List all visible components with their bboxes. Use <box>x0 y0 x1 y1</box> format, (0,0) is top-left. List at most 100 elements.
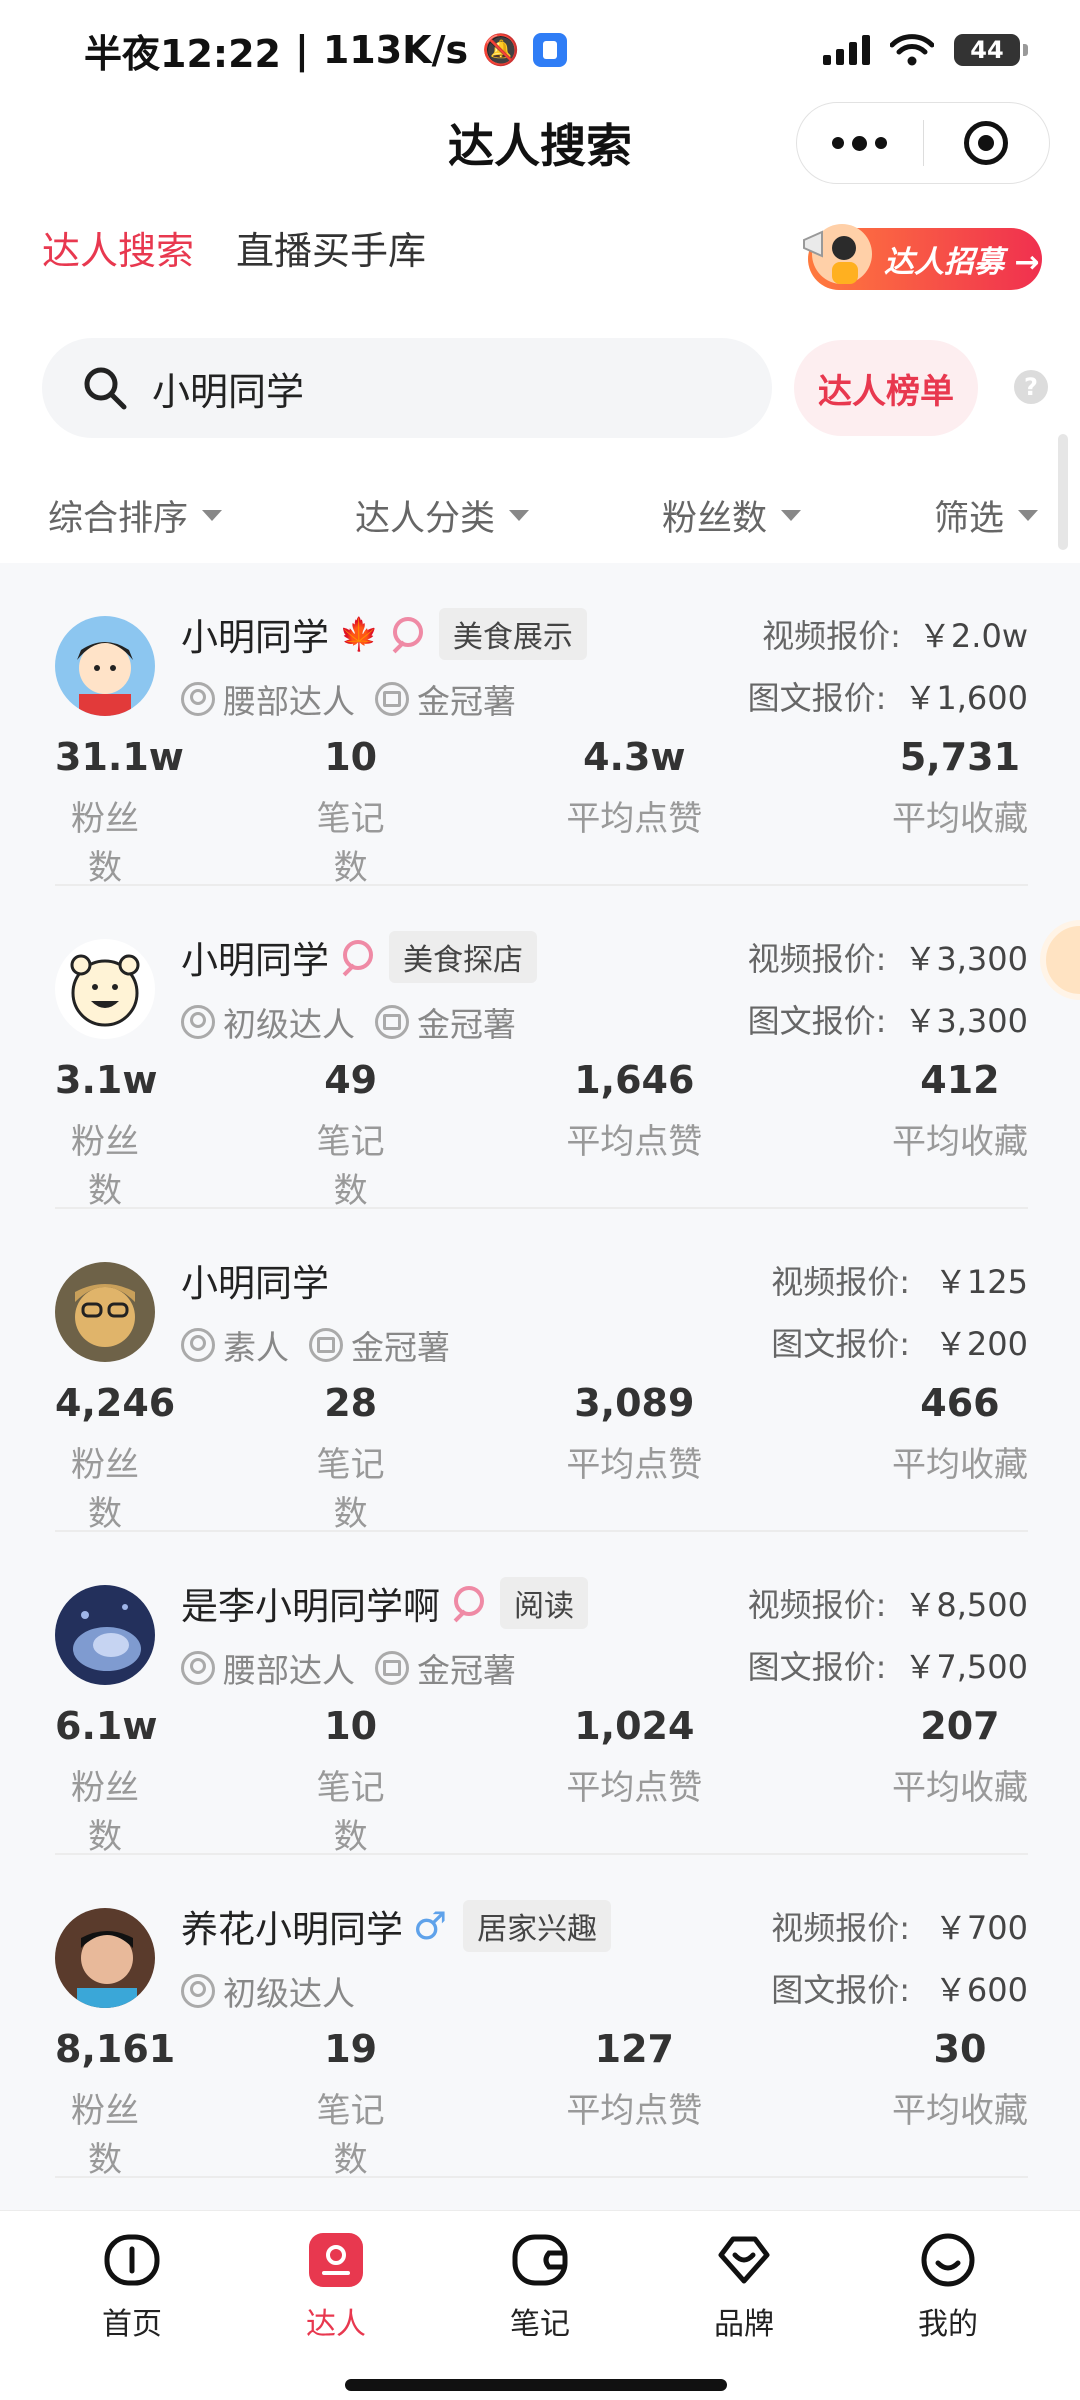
creator-card[interactable]: 小明同学 美食探店 初级达人 金冠薯 视频报价: ￥3,300 图文报价: ￥3,3… <box>55 886 1028 1212</box>
close-miniapp-icon[interactable] <box>924 121 1050 165</box>
home-indicator[interactable] <box>345 2379 727 2391</box>
avatar[interactable] <box>55 1908 155 2008</box>
bottom-nav: 首页 达人 笔记 品牌 我的 <box>0 2210 1080 2400</box>
creator-ranking-button[interactable]: 达人榜单 <box>794 340 978 436</box>
creator-card[interactable]: 小明同学 🍁 美食展示 腰部达人 金冠薯 视频报价: ￥2.0w 图文报价: ￥1,… <box>55 563 1028 888</box>
avg-likes-label: 平均点赞 <box>566 799 703 839</box>
creator-card[interactable]: 是李小明同学啊 阅读 腰部达人 金冠薯 视频报价: ￥8,500 图文报价: ￥7,… <box>55 1532 1028 1858</box>
creator-card[interactable]: 小明同学 素人 金冠薯 视频报价: ￥125 图文报价: ￥200 4,246 粉丝数… <box>55 1209 1028 1535</box>
nav-brand[interactable]: 品牌 <box>674 2231 814 2343</box>
user-icon <box>181 1974 215 2008</box>
avg-likes: 3,089 <box>574 1381 695 1425</box>
filter-fans[interactable]: 粉丝数 <box>662 480 801 550</box>
video-price: ￥3,300 <box>904 940 1028 978</box>
creator-name: 是李小明同学啊 <box>181 1585 440 1628</box>
nav-notes[interactable]: 笔记 <box>470 2231 610 2343</box>
video-price-label: 视频报价: <box>762 617 901 655</box>
avatar[interactable] <box>55 939 155 1039</box>
filter-row: 综合排序 达人分类 粉丝数 筛选 <box>48 480 1038 550</box>
filter-category[interactable]: 达人分类 <box>355 480 529 550</box>
level-badge: 素人 <box>181 1321 289 1369</box>
user-icon <box>181 1651 215 1685</box>
network-speed: 113K/s <box>322 28 469 72</box>
image-price: ￥1,600 <box>904 679 1028 717</box>
search-icon <box>84 367 127 410</box>
video-price-label: 视频报价: <box>771 1909 910 1947</box>
crown-label: 金冠薯 <box>417 1651 516 1690</box>
signal-icon <box>823 35 870 65</box>
recruit-banner[interactable]: 达人招募 → <box>803 224 1042 290</box>
video-price: ￥8,500 <box>904 1586 1028 1624</box>
nav-profile[interactable]: 我的 <box>878 2231 1018 2343</box>
badges: 素人 金冠薯 <box>181 1321 450 1369</box>
crown-badge: 金冠薯 <box>309 1321 450 1369</box>
category-tag: 居家兴趣 <box>463 1900 612 1952</box>
notes-label: 笔记数 <box>316 2091 385 2180</box>
scrollbar[interactable] <box>1058 434 1068 550</box>
nav-creator[interactable]: 达人 <box>266 2231 406 2343</box>
nav-home[interactable]: 首页 <box>62 2231 202 2343</box>
image-price-label: 图文报价: <box>771 1325 910 1363</box>
caret-down-icon <box>780 509 801 521</box>
badges: 腰部达人 金冠薯 <box>181 675 516 723</box>
filter-more[interactable]: 筛选 <box>934 480 1038 550</box>
name-line: 养花小明同学 ♂ 居家兴趣 <box>181 1899 612 1953</box>
level-label: 腰部达人 <box>223 1651 355 1690</box>
prices: 视频报价: ￥125 图文报价: ￥200 <box>771 1249 1028 1373</box>
video-price-label: 视频报价: <box>747 940 887 978</box>
avg-collects-label: 平均收藏 <box>891 2091 1028 2131</box>
battery-icon: 44 <box>954 34 1028 66</box>
crown-label: 金冠薯 <box>351 1328 450 1367</box>
help-icon[interactable]: ? <box>1014 370 1048 404</box>
user-icon <box>181 682 215 716</box>
avg-collects-label: 平均收藏 <box>891 1122 1028 1162</box>
tab-creator-search[interactable]: 达人搜索 <box>42 220 194 275</box>
female-icon <box>339 940 373 974</box>
avatar[interactable] <box>55 616 155 716</box>
more-icon[interactable] <box>797 135 923 151</box>
megaphone-icon <box>803 224 872 284</box>
nav-label: 品牌 <box>714 2307 774 2342</box>
video-price: ￥125 <box>934 1263 1028 1301</box>
name-line: 是李小明同学啊 阅读 <box>181 1576 588 1630</box>
notes-label: 笔记数 <box>316 1122 385 1211</box>
avg-collects: 207 <box>920 1704 1000 1748</box>
caret-down-icon <box>1017 509 1038 521</box>
image-price-label: 图文报价: <box>747 679 887 717</box>
fans-label: 粉丝数 <box>71 799 139 888</box>
creator-icon <box>309 2233 363 2287</box>
crown-icon <box>309 1328 343 1362</box>
creator-card[interactable]: 养花小明同学 ♂ 居家兴趣 初级达人 视频报价: ￥700 图文报价: ￥600 8… <box>55 1855 1028 2180</box>
image-price-label: 图文报价: <box>771 1971 910 2009</box>
search-value: 小明同学 <box>152 369 305 414</box>
filter-sort[interactable]: 综合排序 <box>48 480 223 550</box>
avg-collects-label: 平均收藏 <box>891 1445 1028 1485</box>
avatar[interactable] <box>55 1262 155 1362</box>
avg-likes: 1,024 <box>574 1704 695 1748</box>
stats: 3.1w 粉丝数 49 笔记数 1,646 平均点赞 412 平均收藏 <box>55 1058 1028 1212</box>
prices: 视频报价: ￥700 图文报价: ￥600 <box>771 1895 1028 2019</box>
profile-icon <box>921 2233 975 2287</box>
name-line: 小明同学 美食探店 <box>181 930 537 984</box>
level-badge: 腰部达人 <box>181 1644 355 1692</box>
notes-count: 19 <box>324 2027 378 2071</box>
avg-likes: 1,646 <box>574 1058 695 1102</box>
avg-collects-label: 平均收藏 <box>891 799 1028 839</box>
stats: 6.1w 粉丝数 10 笔记数 1,024 平均点赞 207 平均收藏 <box>55 1704 1028 1858</box>
search-input[interactable]: 小明同学 <box>42 338 772 438</box>
crown-icon <box>375 682 409 716</box>
level-badge: 腰部达人 <box>181 675 355 723</box>
fans-count: 31.1w <box>55 735 184 779</box>
category-tag: 阅读 <box>500 1577 588 1629</box>
notes-label: 笔记数 <box>316 1445 385 1534</box>
female-icon <box>389 617 423 651</box>
notes-count: 49 <box>324 1058 378 1102</box>
notes-count: 10 <box>324 1704 378 1748</box>
avatar[interactable] <box>55 1585 155 1685</box>
level-label: 初级达人 <box>223 1005 355 1044</box>
tab-live-buyer-library[interactable]: 直播买手库 <box>236 220 426 275</box>
avg-likes-label: 平均点赞 <box>566 1768 703 1808</box>
level-badge: 初级达人 <box>181 998 355 1046</box>
fans-count: 6.1w <box>55 1704 158 1748</box>
stats: 4,246 粉丝数 28 笔记数 3,089 平均点赞 466 平均收藏 <box>55 1381 1028 1535</box>
